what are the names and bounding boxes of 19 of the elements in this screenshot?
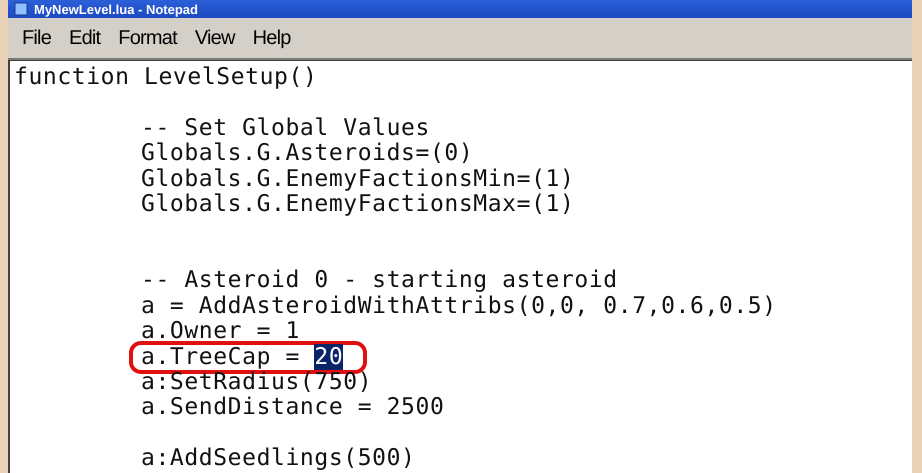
code-line: a = AddAsteroidWithAttribs(0,0, 0.7,0.6,0.5) [141,294,777,319]
code-line: function LevelSetup() [14,65,318,90]
menu-item[interactable]: Help [246,26,297,50]
code-line: Globals.G.Asteroids=(0) [141,141,474,166]
code-line: a.TreeCap = 20 [141,344,344,370]
notepad-icon [14,2,28,16]
menu-item[interactable]: Edit [63,26,106,50]
window-title: MyNewLevel.lua - Notepad [34,2,198,16]
menu-item[interactable]: View [188,26,241,50]
menu-item[interactable]: File [16,26,58,50]
code-line: a.SendDistance = 2500 [141,395,444,420]
code-line: -- Set Global Values [141,116,430,141]
code-line: a.Owner = 1 [141,319,300,344]
code-line: -- Asteroid 0 - starting asteroid [141,268,618,294]
code-line: Globals.G.EnemyFactionsMax=(1) [141,192,574,218]
menu-item[interactable]: Format [112,26,183,50]
code-line: Globals.G.EnemyFactionsMin=(1) [141,166,574,192]
code-line: a:SetRadius(750) [141,370,372,395]
code-line: a:AddSeedlings(500) [141,446,416,472]
